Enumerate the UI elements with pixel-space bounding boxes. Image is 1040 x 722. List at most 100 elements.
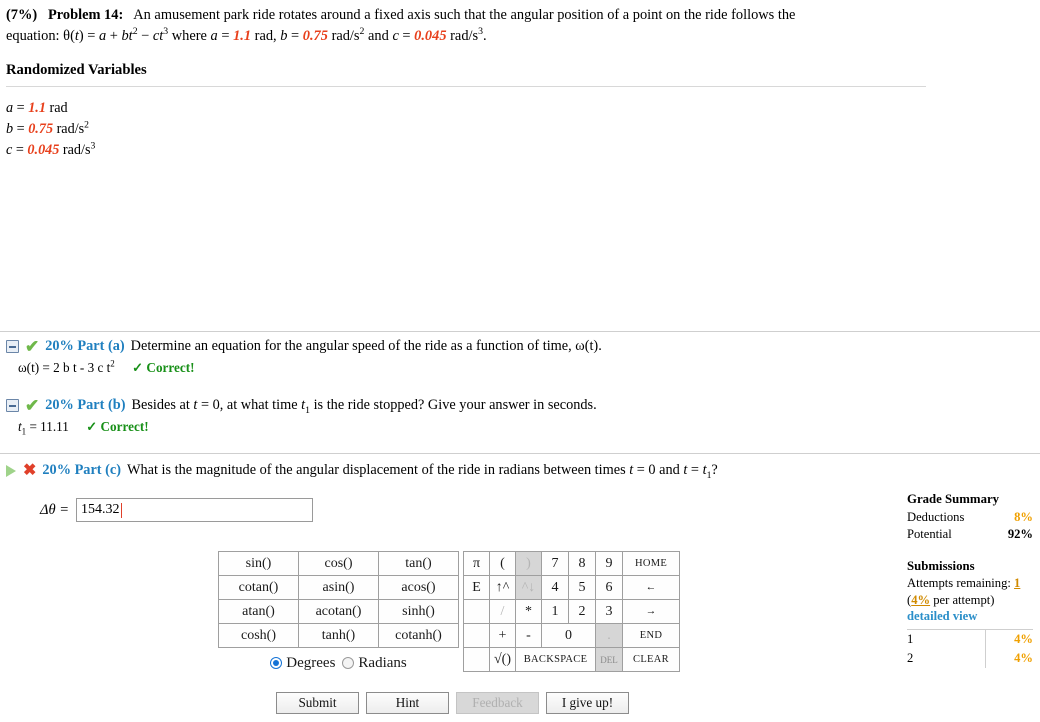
key-9[interactable]: 9 xyxy=(595,551,623,576)
give-up-button[interactable]: I give up! xyxy=(546,692,629,714)
key-tan[interactable]: tan() xyxy=(378,550,459,577)
key-8[interactable]: 8 xyxy=(568,551,596,576)
key-subscript-down[interactable]: ^↓ xyxy=(515,575,542,600)
table-row: 1 4% xyxy=(907,629,1033,649)
submissions-title: Submissions xyxy=(907,559,975,573)
and-word: and xyxy=(368,27,389,44)
key-acotan[interactable]: acotan() xyxy=(298,599,379,625)
keypad-row-2: E ↑^ ^↓ 4 5 6 ← xyxy=(463,575,680,600)
calculator-keypad: sin() cos() tan() cotan() asin() acos() … xyxy=(218,550,680,672)
key-arrow-left[interactable]: ← xyxy=(622,575,680,600)
per-attempt-row: (4% per attempt) xyxy=(907,592,1033,608)
detailed-view-link[interactable]: detailed view xyxy=(907,608,1033,625)
key-blank[interactable] xyxy=(463,599,490,624)
attempts-remaining-label: Attempts remaining: xyxy=(907,576,1011,590)
key-blank[interactable] xyxy=(463,623,490,648)
divider-above-part-c xyxy=(0,453,1040,454)
text-caret xyxy=(120,502,122,518)
part-b-label: 20% Part (b) xyxy=(45,397,126,413)
var-b-value: 0.75 xyxy=(302,27,328,44)
var-c-unit: rad/s xyxy=(450,27,479,44)
problem-label: Problem 14: xyxy=(47,7,124,23)
key-superscript-up[interactable]: ↑^ xyxy=(489,575,516,600)
key-atan[interactable]: atan() xyxy=(218,599,299,625)
rv-a-unit: rad xyxy=(49,100,68,116)
submit-button[interactable]: Submit xyxy=(276,692,359,714)
key-decimal-point[interactable]: . xyxy=(595,623,623,648)
hint-button[interactable]: Hint xyxy=(366,692,449,714)
key-end[interactable]: END xyxy=(622,623,680,648)
rv-b-name: b xyxy=(6,121,14,137)
key-del[interactable]: DEL xyxy=(595,647,623,672)
part-a-text: Determine an equation for the angular sp… xyxy=(130,338,602,354)
minus-box-icon[interactable] xyxy=(6,340,19,353)
keypad-numeric: π ( ) 7 8 9 HOME E ↑^ ^↓ 4 5 6 ← / * 1 2… xyxy=(463,551,680,672)
randomized-row-c: c = 0.045 rad/s3 xyxy=(6,140,96,158)
key-7[interactable]: 7 xyxy=(541,551,569,576)
play-triangle-icon[interactable] xyxy=(6,464,16,477)
key-e[interactable]: E xyxy=(463,575,490,600)
radians-option[interactable]: Radians xyxy=(342,655,407,672)
key-blank[interactable] xyxy=(463,647,490,672)
radio-radians-icon[interactable] xyxy=(342,657,355,670)
minus-box-icon[interactable] xyxy=(6,399,19,412)
key-plus[interactable]: + xyxy=(489,623,516,648)
key-minus[interactable]: - xyxy=(515,623,542,648)
key-asin[interactable]: asin() xyxy=(298,575,379,601)
deductions-label: Deductions xyxy=(907,510,965,524)
key-sin[interactable]: sin() xyxy=(218,550,299,577)
problem-statement: (7%) Problem 14: An amusement park ride … xyxy=(6,7,796,44)
key-open-paren[interactable]: ( xyxy=(489,551,516,576)
part-a: ✔ 20% Part (a) Determine an equation for… xyxy=(6,338,602,376)
var-b-unit: rad/s xyxy=(331,27,360,44)
attempts-remaining-value[interactable]: 1 xyxy=(1014,576,1020,590)
problem-page: (7%) Problem 14: An amusement park ride … xyxy=(0,0,1040,722)
key-5[interactable]: 5 xyxy=(568,575,596,600)
key-tanh[interactable]: tanh() xyxy=(298,623,379,649)
per-attempt-text: per attempt) xyxy=(930,593,995,607)
problem-equation: θ(t) = a + bt2 − ct3 xyxy=(63,26,169,44)
degrees-option[interactable]: Degrees xyxy=(270,655,335,672)
part-a-answer-expr: ω(t) = 2 b t - 3 c t xyxy=(18,360,111,375)
deductions-value: 8% xyxy=(1014,510,1033,524)
var-b-unit-exp: 2 xyxy=(359,26,365,38)
green-check-icon: ✔ xyxy=(25,396,40,415)
key-cotanh[interactable]: cotanh() xyxy=(378,623,459,649)
key-1[interactable]: 1 xyxy=(541,599,569,624)
randomized-row-a: a = 1.1 rad xyxy=(6,100,68,116)
key-acos[interactable]: acos() xyxy=(378,575,459,601)
key-0[interactable]: 0 xyxy=(541,623,596,648)
key-arrow-right[interactable]: → xyxy=(622,599,680,624)
key-close-paren[interactable]: ) xyxy=(515,551,542,576)
key-pi[interactable]: π xyxy=(463,551,490,576)
part-a-answer: ω(t) = 2 b t - 3 c t2 ✓ Correct! xyxy=(18,358,602,376)
radio-degrees-icon[interactable] xyxy=(270,657,283,670)
key-cos[interactable]: cos() xyxy=(298,550,379,577)
key-sqrt[interactable]: √() xyxy=(489,647,516,672)
submission-value: 4% xyxy=(1014,651,1033,665)
key-cosh[interactable]: cosh() xyxy=(218,623,299,649)
per-attempt-value[interactable]: 4% xyxy=(911,593,930,607)
keypad-functions: sin() cos() tan() cotan() asin() acos() … xyxy=(218,550,459,672)
key-3[interactable]: 3 xyxy=(595,599,623,624)
key-home[interactable]: HOME xyxy=(622,551,680,576)
key-2[interactable]: 2 xyxy=(568,599,596,624)
divider-above-part-a xyxy=(0,331,1040,332)
key-backspace[interactable]: BACKSPACE xyxy=(515,647,596,672)
randomized-variables-title: Randomized Variables xyxy=(6,62,147,78)
grade-summary-title: Grade Summary xyxy=(907,492,1000,506)
key-sinh[interactable]: sinh() xyxy=(378,599,459,625)
key-divide[interactable]: / xyxy=(489,599,516,624)
part-a-answer-exp: 2 xyxy=(110,358,115,369)
randomized-variables-divider xyxy=(6,86,926,87)
key-cotan[interactable]: cotan() xyxy=(218,575,299,601)
var-a-name: a xyxy=(210,27,218,44)
rv-c-unit: rad/s xyxy=(62,142,91,158)
answer-input[interactable]: 154.32 xyxy=(76,498,314,522)
key-6[interactable]: 6 xyxy=(595,575,623,600)
submission-index: 1 xyxy=(907,629,986,649)
rv-b-exp: 2 xyxy=(84,119,89,131)
key-multiply[interactable]: * xyxy=(515,599,542,624)
key-clear[interactable]: CLEAR xyxy=(622,647,680,672)
key-4[interactable]: 4 xyxy=(541,575,569,600)
